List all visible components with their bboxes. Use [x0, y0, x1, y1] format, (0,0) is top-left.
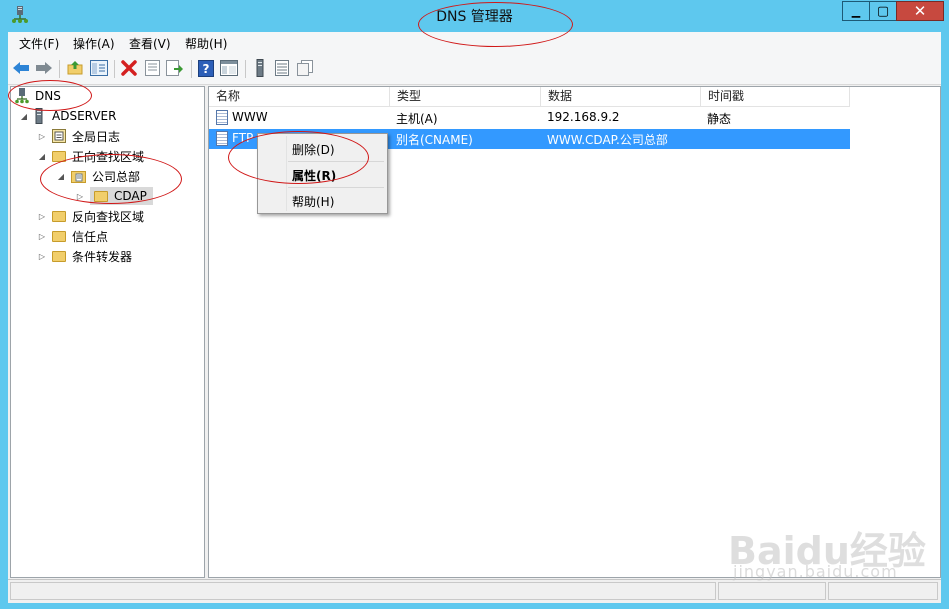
expand-triangle-icon[interactable]: ▷: [37, 212, 47, 221]
back-arrow-icon[interactable]: [12, 59, 30, 77]
tree-node-trust-points[interactable]: ▷ 信任点: [37, 227, 108, 245]
menu-separator: [288, 187, 384, 188]
maximize-icon: ▢: [876, 3, 890, 19]
menu-separator: [288, 161, 384, 162]
tree-node-server[interactable]: ◢ ADSERVER: [19, 107, 116, 125]
tree-label-zone-cdap: CDAP: [114, 189, 147, 203]
tree-node-selection: CDAP: [90, 187, 153, 205]
context-menu: 删除(D) 属性(R) 帮助(H): [257, 133, 388, 214]
cell-name: WWW: [232, 110, 268, 124]
column-header-data[interactable]: 数据: [541, 87, 701, 107]
cell-data: 192.168.9.2: [547, 110, 620, 124]
menu-help[interactable]: 帮助(H): [185, 35, 227, 52]
tree-node-reverse-zones[interactable]: ▷ 反向查找区域: [37, 207, 144, 225]
minimize-button[interactable]: ▁: [842, 1, 870, 21]
tree-label-dns: DNS: [35, 89, 61, 103]
toolbar: ?: [8, 54, 941, 85]
log-icon: [52, 129, 66, 143]
status-cell-3: [828, 582, 938, 600]
context-menu-properties[interactable]: 属性(R): [292, 167, 336, 184]
cell-timestamp: 静态: [707, 112, 732, 126]
title-bar: DNS 管理器 ▁ ▢ ✕: [0, 0, 949, 32]
up-folder-icon[interactable]: [66, 59, 84, 77]
folder-icon: [52, 210, 66, 222]
delete-icon[interactable]: [120, 59, 138, 77]
dns-root-icon: [15, 88, 29, 104]
tree-node-global-log[interactable]: ▷ 全局日志: [37, 127, 120, 145]
folder-icon: [94, 190, 108, 202]
folder-icon: [52, 150, 66, 162]
cell-name: FTP: [232, 131, 254, 145]
menu-bar: 文件(F) 操作(A) 查看(V) 帮助(H): [8, 32, 941, 54]
export-list-icon[interactable]: [166, 59, 184, 77]
tree-label-global-log: 全局日志: [72, 129, 121, 144]
expand-triangle-icon[interactable]: ▷: [37, 132, 47, 141]
folder-icon: [52, 230, 66, 242]
expand-triangle-icon[interactable]: ▷: [75, 192, 85, 201]
column-header-type[interactable]: 类型: [390, 87, 541, 107]
context-menu-help[interactable]: 帮助(H): [292, 193, 334, 210]
record-icon: [216, 110, 228, 125]
status-cell-main: [10, 582, 716, 600]
expand-triangle-icon[interactable]: ▷: [37, 252, 47, 261]
collapse-triangle-icon[interactable]: ◢: [56, 172, 66, 181]
zone-icon: [71, 171, 86, 183]
copy-icon[interactable]: [296, 59, 314, 77]
tree-node-conditional-forwarders[interactable]: ▷ 条件转发器: [37, 247, 132, 265]
properties-icon[interactable]: [143, 59, 161, 77]
tree-label-server: ADSERVER: [52, 109, 117, 123]
close-icon: ✕: [913, 2, 927, 20]
window-title: DNS 管理器: [436, 9, 513, 25]
column-header-timestamp[interactable]: 时间戳: [701, 87, 850, 107]
tree-label-conditional-forwarders: 条件转发器: [72, 249, 133, 264]
status-bar: [8, 579, 941, 603]
close-button[interactable]: ✕: [896, 1, 944, 21]
tree-node-forward-zones[interactable]: ◢ 正向查找区域: [37, 147, 144, 165]
folder-icon: [52, 250, 66, 262]
tree-label-forward-zones: 正向查找区域: [72, 149, 145, 164]
minimize-icon: ▁: [851, 4, 861, 18]
column-header-name[interactable]: 名称: [209, 87, 390, 107]
cell-data: WWW.CDAP.公司总部: [547, 133, 668, 147]
help-icon[interactable]: ?: [197, 59, 215, 77]
cell-type: 主机(A): [396, 112, 438, 126]
watermark-url: jingyan.baidu.com: [733, 562, 898, 581]
maximize-button[interactable]: ▢: [869, 1, 897, 21]
tree-node-zone-company[interactable]: ◢ 公司总部: [56, 167, 140, 185]
context-menu-gutter: [286, 136, 287, 211]
cell-type: 别名(CNAME): [396, 133, 473, 147]
collapse-triangle-icon[interactable]: ◢: [19, 112, 29, 121]
menu-action[interactable]: 操作(A): [73, 35, 115, 52]
svg-text:?: ?: [203, 62, 210, 76]
expand-triangle-icon[interactable]: ▷: [37, 232, 47, 241]
console-view-icon[interactable]: [220, 59, 238, 77]
tree-node-dns-root[interactable]: DNS: [15, 87, 61, 105]
tree-label-trust-points: 信任点: [72, 229, 109, 244]
forward-arrow-icon[interactable]: [35, 59, 53, 77]
tree-label-zone-company: 公司总部: [92, 169, 141, 184]
status-cell-2: [718, 582, 826, 600]
show-hide-tree-icon[interactable]: [90, 59, 108, 77]
menu-file[interactable]: 文件(F): [19, 35, 59, 52]
menu-view[interactable]: 查看(V): [129, 35, 171, 52]
tree-label-reverse-zones: 反向查找区域: [72, 209, 145, 224]
records-icon[interactable]: [273, 59, 291, 77]
tree-node-zone-cdap[interactable]: ▷ CDAP: [75, 187, 153, 205]
scope-tree-pane[interactable]: DNS ◢ ADSERVER ▷ 全局日志 ◢ 正向查找区域 ◢ 公司总部 ▷ …: [10, 86, 205, 578]
server-icon[interactable]: [251, 59, 269, 77]
context-menu-delete[interactable]: 删除(D): [292, 141, 335, 158]
table-row[interactable]: WWW 主机(A) 192.168.9.2 静态: [209, 108, 850, 128]
server-node-icon: [35, 108, 43, 124]
collapse-triangle-icon[interactable]: ◢: [37, 152, 47, 161]
record-icon: [216, 131, 228, 146]
